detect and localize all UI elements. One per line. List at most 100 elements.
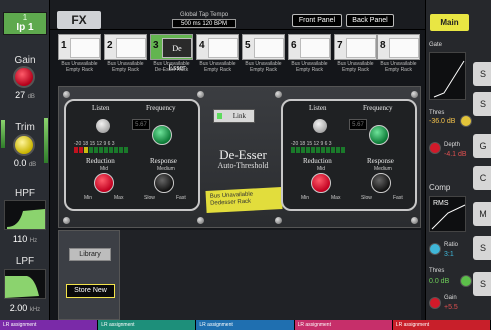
response-medium-label: Medium bbox=[157, 166, 175, 172]
reduction-knob[interactable] bbox=[311, 173, 331, 193]
gate-curve[interactable] bbox=[429, 52, 466, 100]
side-tab-1[interactable]: S bbox=[473, 62, 491, 86]
reduction-meter bbox=[74, 147, 128, 153]
comp-threshold-knob[interactable] bbox=[460, 275, 472, 287]
gate-threshold-value: -36.0 dB bbox=[429, 118, 456, 125]
frequency-label: Frequency bbox=[363, 104, 393, 112]
de-esser-center: Link De-Esser Auto-Threshold Bus Unavail… bbox=[205, 101, 283, 221]
screw-icon bbox=[411, 91, 418, 98]
frequency-knob[interactable] bbox=[152, 125, 172, 145]
screw-icon bbox=[275, 217, 282, 224]
slot-number: 2 bbox=[107, 40, 113, 51]
rack-slot-3[interactable]: 3 De Esser Bus Unavailable De-Esser Rack bbox=[150, 34, 193, 80]
reduction-min-label: Min bbox=[84, 195, 93, 201]
depth-knob[interactable] bbox=[429, 142, 441, 154]
slot-number: 3 bbox=[153, 40, 159, 51]
rack-slot-6[interactable]: 6 Bus Unavailable Empty Rack bbox=[288, 34, 331, 80]
frequency-label: Frequency bbox=[146, 104, 176, 112]
rack-slot-1[interactable]: 1 Bus Unavailable Empty Rack bbox=[58, 34, 101, 80]
comp-curve[interactable]: RMS bbox=[429, 196, 466, 232]
right-panel: Main S S G C M S S Gate Thres -36.0 dB D… bbox=[425, 0, 491, 320]
gain-knob[interactable] bbox=[13, 66, 35, 88]
rack-slot-2[interactable]: 2 Bus Unavailable Empty Rack bbox=[104, 34, 147, 80]
main-button[interactable]: Main bbox=[430, 14, 469, 31]
response-knob[interactable] bbox=[154, 173, 174, 193]
frequency-knob[interactable] bbox=[369, 125, 389, 145]
rack-slot-5[interactable]: 5 Bus Unavailable Empty Rack bbox=[242, 34, 285, 80]
side-tab-6[interactable]: S bbox=[473, 236, 491, 260]
rack-slot-button[interactable]: 8 bbox=[377, 34, 420, 60]
trim-value: 0.0 dB bbox=[13, 158, 37, 168]
response-medium-label: Medium bbox=[374, 166, 392, 172]
rack-slot-button[interactable]: 6 bbox=[288, 34, 331, 60]
bottom-assign-4[interactable]: LR assignment bbox=[294, 320, 393, 330]
gate-label: Gate bbox=[429, 42, 443, 48]
comp-label: Comp bbox=[429, 183, 451, 192]
side-tab-2[interactable]: S bbox=[473, 92, 491, 116]
channel-select[interactable]: 1 Ip 1 bbox=[3, 12, 47, 35]
side-tab-7[interactable]: S bbox=[473, 272, 491, 296]
rack-slot-4[interactable]: 4 Bus Unavailable Empty Rack bbox=[196, 34, 239, 80]
makeup-gain-knob[interactable] bbox=[429, 297, 441, 309]
front-panel-button[interactable]: Front Panel bbox=[292, 14, 342, 27]
library-pane: Library Store New bbox=[58, 230, 120, 320]
rack-slot-button[interactable]: 2 bbox=[104, 34, 147, 60]
side-tab-4[interactable]: C bbox=[473, 166, 491, 190]
ratio-label: Ratio bbox=[444, 242, 459, 248]
listen-button[interactable] bbox=[313, 119, 327, 133]
comp-threshold-label: Thres bbox=[429, 268, 445, 274]
lpf-curve[interactable] bbox=[4, 269, 46, 299]
slot-caption: Bus Unavailable De-Esser Rack bbox=[153, 61, 190, 73]
listen-label: Listen bbox=[309, 104, 327, 112]
de-esser-channel-a: Listen Frequency 5.67 -20 18 15 12 9 6 3… bbox=[64, 99, 200, 211]
bottom-assign-3[interactable]: LR assignment bbox=[196, 320, 295, 330]
slot-face bbox=[389, 38, 419, 58]
link-button[interactable]: Link bbox=[213, 109, 255, 123]
listen-button[interactable] bbox=[96, 119, 110, 133]
store-new-button[interactable]: Store New bbox=[66, 284, 115, 298]
bottom-assign-5[interactable]: LR assignment bbox=[392, 320, 491, 330]
channel-name: Ip 1 bbox=[16, 22, 34, 33]
ratio-knob[interactable] bbox=[429, 243, 441, 255]
de-esser-channel-b: Listen Frequency 5.67 -20 18 15 12 9 6 3… bbox=[281, 99, 417, 211]
reduction-knob[interactable] bbox=[94, 173, 114, 193]
response-fast-label: Fast bbox=[176, 195, 186, 201]
reduction-label: Reduction bbox=[303, 157, 332, 165]
rack-slot-button[interactable]: 5 bbox=[242, 34, 285, 60]
rack-slot-7[interactable]: 7 Bus Unavailable Empty Rack bbox=[334, 34, 377, 80]
rack-slot-8[interactable]: 8 Bus Unavailable Empty Rack bbox=[377, 34, 420, 80]
rack-slot-button[interactable]: 3 De Esser bbox=[150, 34, 193, 72]
slot-caption: Bus Unavailable Empty Rack bbox=[61, 61, 98, 73]
slot-caption: Bus Unavailable Empty Rack bbox=[291, 61, 328, 73]
back-panel-button[interactable]: Back Panel bbox=[346, 14, 394, 27]
slot-face bbox=[116, 38, 146, 58]
rack-slot-button[interactable]: 4 bbox=[196, 34, 239, 60]
depth-value: -4.1 dB bbox=[444, 151, 467, 158]
rack-slot-button[interactable]: 7 bbox=[334, 34, 377, 60]
tap-tempo-button[interactable]: 500 ms 120 BPM bbox=[172, 19, 236, 28]
trim-knob[interactable] bbox=[13, 134, 35, 156]
top-bar: FX Global Tap Tempo 500 ms 120 BPM Front… bbox=[50, 0, 425, 30]
reduction-mid-label: Mid bbox=[100, 166, 109, 172]
channel-number: 1 bbox=[22, 13, 28, 22]
listen-label: Listen bbox=[92, 104, 110, 112]
slot-face bbox=[254, 38, 284, 58]
slot-caption: Bus Unavailable Empty Rack bbox=[380, 61, 417, 73]
side-tab-3[interactable]: G bbox=[473, 134, 491, 158]
hpf-curve[interactable] bbox=[4, 200, 46, 230]
makeup-gain-label: Gain bbox=[444, 295, 457, 301]
rack-slot-button[interactable]: 1 bbox=[58, 34, 101, 60]
makeup-gain-value: +5.5 bbox=[444, 304, 458, 311]
bottom-assign-1[interactable]: LR assignment bbox=[0, 320, 99, 330]
hpf-curve-icon bbox=[7, 209, 45, 229]
side-tab-5[interactable]: M bbox=[473, 202, 491, 226]
response-knob[interactable] bbox=[371, 173, 391, 193]
bottom-assign-2[interactable]: LR assignment bbox=[98, 320, 197, 330]
response-slow-label: Slow bbox=[144, 195, 155, 201]
library-button[interactable]: Library bbox=[69, 248, 111, 261]
gain-value: 27 dB bbox=[15, 90, 35, 100]
reduction-mid-label: Mid bbox=[317, 166, 326, 172]
slot-face bbox=[346, 38, 376, 58]
gate-threshold-knob[interactable] bbox=[460, 115, 472, 127]
fx-tab[interactable]: FX bbox=[57, 11, 101, 29]
